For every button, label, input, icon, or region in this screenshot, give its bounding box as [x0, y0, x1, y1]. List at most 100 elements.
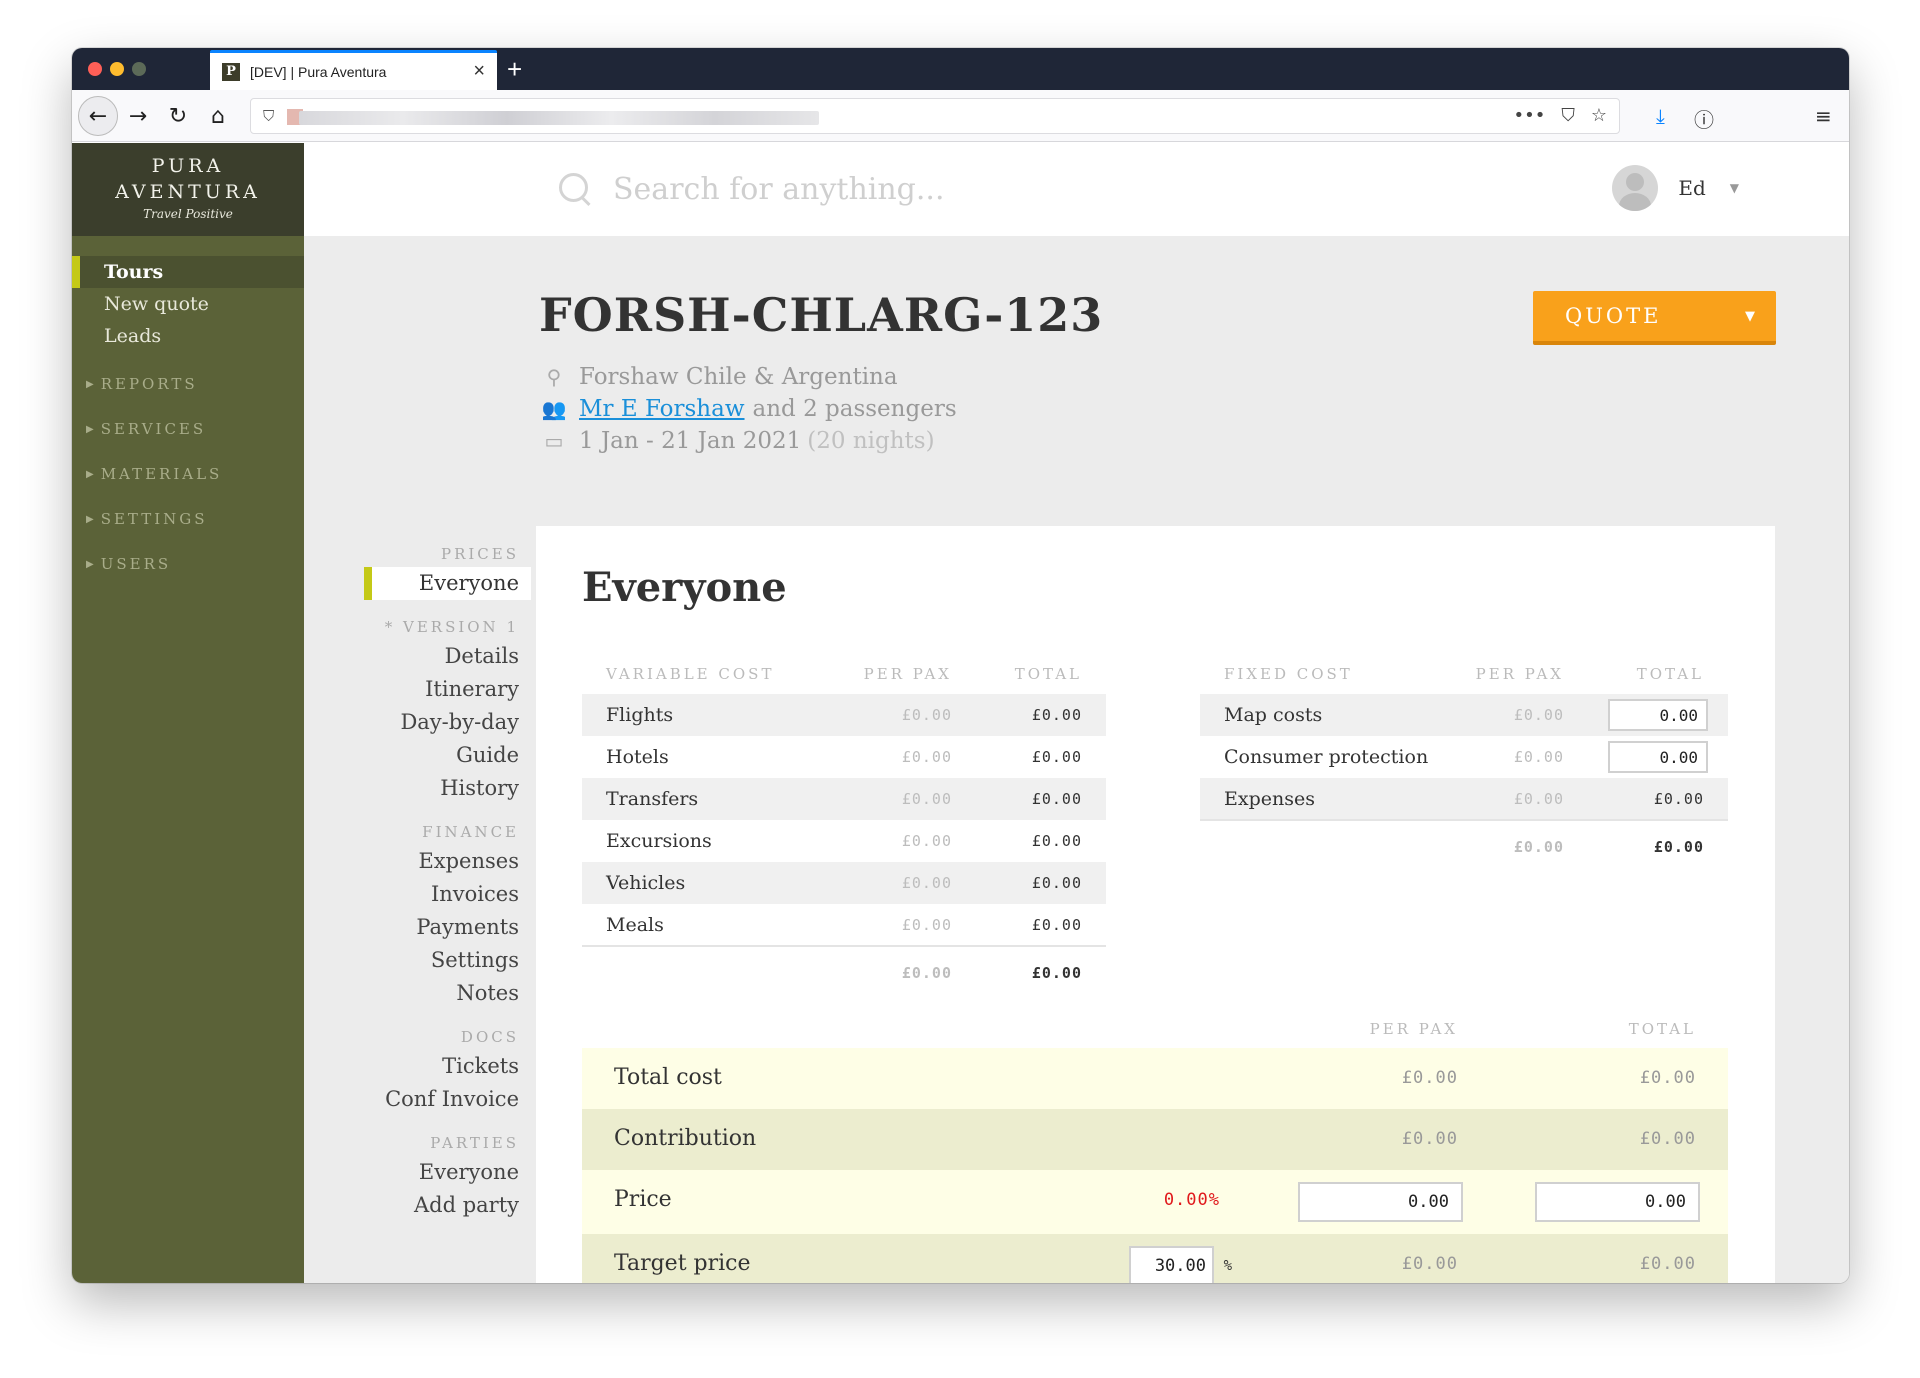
per-pax-value: £0.00 [1468, 778, 1588, 820]
close-window-button[interactable] [88, 62, 102, 76]
subnav-item-parties-everyone[interactable]: Everyone [364, 1156, 531, 1189]
column-header: TOTAL [1636, 665, 1704, 683]
search-icon [559, 173, 591, 205]
subnav-item-itinerary[interactable]: Itinerary [364, 673, 531, 706]
total-value: £0.00 [1639, 1254, 1696, 1274]
calendar-icon: ▭ [544, 429, 564, 453]
total-sum: £0.00 [1588, 819, 1728, 872]
per-pax-value: £0.00 [901, 748, 952, 766]
main-content: FORSH-CHLARG-123 ⚲ Forshaw Chile & Argen… [304, 236, 1849, 1283]
page-title: FORSH-CHLARG-123 [539, 288, 1104, 342]
subnav-item-notes[interactable]: Notes [364, 977, 531, 1010]
consumer-protection-total-input[interactable] [1608, 741, 1708, 773]
per-pax-value: £0.00 [1401, 1129, 1458, 1149]
table-row: Excursions £0.00 £0.00 [582, 820, 1106, 862]
row-label: Total cost [614, 1065, 722, 1090]
per-pax-value: £0.00 [856, 694, 976, 736]
total-value: £0.00 [1031, 915, 1082, 934]
tab-close-icon[interactable]: × [473, 60, 485, 83]
contribution-row: Contribution £0.00 £0.00 [582, 1109, 1728, 1170]
subnav-item-invoices[interactable]: Invoices [364, 878, 531, 911]
table-row: Flights £0.00 £0.00 [582, 694, 1106, 736]
users-icon: 👥 [541, 397, 567, 421]
row-label: Expenses [1200, 778, 1468, 820]
subnav-item-conf-invoice[interactable]: Conf Invoice [364, 1083, 531, 1116]
sum-row: £0.00 £0.00 [1200, 819, 1728, 872]
pocket-icon[interactable]: ⛉ [1561, 105, 1575, 126]
subnav-item-expenses[interactable]: Expenses [364, 845, 531, 878]
total-sum: £0.00 [976, 945, 1106, 998]
total-value: £0.00 [1639, 1068, 1696, 1088]
minimize-window-button[interactable] [110, 62, 124, 76]
per-pax-sum: £0.00 [1468, 819, 1588, 872]
subnav-item-day-by-day[interactable]: Day-by-day [364, 706, 531, 739]
subnav-item-prices-everyone[interactable]: Everyone [364, 567, 531, 600]
avatar [1612, 165, 1659, 211]
map-pin-icon: ⚲ [546, 365, 562, 389]
shield-icon[interactable]: ⛉ [263, 107, 274, 125]
browser-tab[interactable]: P [DEV] | Pura Aventura × [210, 50, 497, 90]
row-label: Consumer protection [1224, 746, 1429, 768]
per-pax-value: £0.00 [856, 862, 976, 904]
sum-row: £0.00 £0.00 [582, 945, 1106, 998]
sidebar-item-tours[interactable]: Tours [72, 256, 304, 288]
subnav-item-guide[interactable]: Guide [364, 739, 531, 772]
search-box [559, 165, 1159, 213]
sidebar-section-settings[interactable]: ▶ SETTINGS [72, 497, 304, 542]
total-value: £0.00 [1031, 832, 1082, 850]
logo-tagline: Travel Positive [143, 207, 233, 221]
new-tab-button[interactable]: + [507, 54, 522, 85]
row-label: Vehicles [582, 862, 856, 904]
sidebar-item-new-quote[interactable]: New quote [72, 288, 304, 320]
home-icon[interactable]: ⌂ [200, 98, 236, 134]
prices-panel: Everyone VARIABLE COST PER PAX TOTAL Fli… [536, 526, 1775, 1283]
subnav-item-payments[interactable]: Payments [364, 911, 531, 944]
price-total-input[interactable] [1535, 1182, 1700, 1222]
quote-button[interactable]: QUOTE ▼ [1533, 291, 1776, 345]
subnav-item-tickets[interactable]: Tickets [364, 1050, 531, 1083]
page-actions-icon[interactable]: ••• [1514, 105, 1546, 126]
caret-right-icon: ▶ [86, 559, 97, 570]
bookmark-star-icon[interactable]: ☆ [1591, 105, 1607, 126]
user-menu[interactable]: Ed ▼ [1612, 165, 1739, 211]
price-per-pax-input[interactable] [1298, 1182, 1463, 1222]
sidebar-section-services[interactable]: ▶ SERVICES [72, 407, 304, 452]
sidebar-section-materials[interactable]: ▶ MATERIALS [72, 452, 304, 497]
maximize-window-button[interactable] [132, 62, 146, 76]
sidebar-item-leads[interactable]: Leads [72, 320, 304, 352]
map-costs-total-input[interactable] [1608, 699, 1708, 731]
total-value: £0.00 [976, 694, 1106, 736]
password-manager-icon[interactable]: ⓘ [1694, 104, 1714, 133]
logo[interactable]: PURA AVENTURA Travel Positive [72, 143, 304, 236]
column-header: TOTAL [1014, 665, 1082, 683]
column-header: VARIABLE COST [606, 665, 775, 683]
subnav-item-add-party[interactable]: Add party [364, 1189, 531, 1222]
reload-icon[interactable]: ↻ [160, 98, 196, 134]
per-pax-value: £0.00 [901, 832, 952, 850]
hamburger-menu-icon[interactable]: ≡ [1815, 104, 1832, 128]
address-bar[interactable]: ⛉ ••• ⛉ ☆ [250, 98, 1620, 134]
downloads-icon[interactable]: ⤓ [1656, 104, 1665, 128]
sidebar-section-users[interactable]: ▶ USERS [72, 542, 304, 587]
panel-title: Everyone [582, 564, 787, 611]
tour-name: Forshaw Chile & Argentina [579, 364, 898, 390]
back-icon[interactable]: ← [78, 96, 118, 136]
row-label: Transfers [582, 778, 856, 820]
search-input[interactable] [613, 171, 1133, 207]
total-value: £0.00 [1031, 748, 1082, 766]
caret-right-icon: ▶ [86, 514, 97, 525]
row-label: Excursions [606, 830, 712, 852]
forward-icon[interactable]: → [120, 98, 156, 134]
lead-passenger-link[interactable]: Mr E Forshaw [579, 396, 745, 422]
subnav-heading-version: * VERSION 1 [384, 618, 519, 636]
per-pax-value: £0.00 [1468, 694, 1588, 736]
target-percent-input[interactable] [1129, 1246, 1214, 1283]
subnav-item-settings[interactable]: Settings [364, 944, 531, 977]
table-row: Transfers £0.00 £0.00 [582, 778, 1106, 820]
subnav-item-details[interactable]: Details [364, 640, 531, 673]
tour-passengers: 👥 Mr E Forshaw and 2 passengers [539, 396, 957, 422]
variable-cost-table: VARIABLE COST PER PAX TOTAL Flights £0.0… [582, 654, 1106, 998]
subnav-item-history[interactable]: History [364, 772, 531, 805]
sidebar-section-reports[interactable]: ▶ REPORTS [72, 362, 304, 407]
tab-title: [DEV] | Pura Aventura [250, 63, 387, 80]
